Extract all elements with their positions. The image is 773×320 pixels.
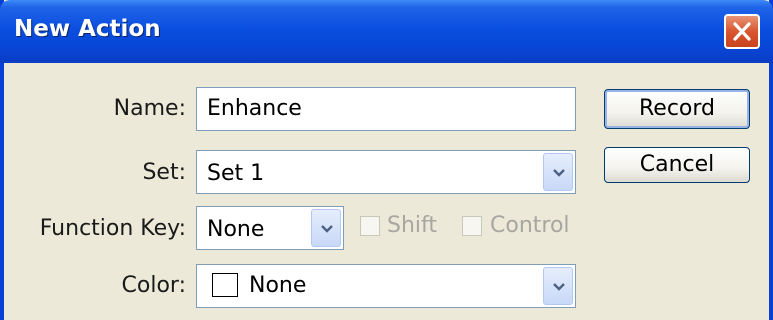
cancel-button-label: Cancel bbox=[639, 152, 715, 177]
function-key-dropdown[interactable]: None bbox=[196, 206, 344, 250]
control-label: Control bbox=[490, 213, 570, 238]
set-dropdown-value: Set 1 bbox=[207, 161, 265, 186]
color-dropdown-value: None bbox=[249, 273, 307, 298]
window-title: New Action bbox=[14, 16, 161, 42]
chevron-down-icon bbox=[321, 225, 333, 233]
function-key-label: Function Key: bbox=[39, 216, 186, 241]
name-input-value: Enhance bbox=[207, 96, 302, 121]
function-key-dropdown-arrow[interactable] bbox=[311, 209, 341, 247]
close-icon bbox=[733, 22, 751, 41]
color-swatch bbox=[212, 273, 238, 297]
color-label: Color: bbox=[121, 273, 186, 298]
color-dropdown[interactable]: None bbox=[196, 264, 576, 308]
chevron-down-icon bbox=[553, 283, 565, 291]
shift-checkbox[interactable] bbox=[360, 216, 380, 236]
record-button[interactable]: Record bbox=[604, 89, 750, 129]
function-key-dropdown-value: None bbox=[207, 217, 265, 242]
record-button-label: Record bbox=[638, 96, 715, 121]
set-dropdown-arrow[interactable] bbox=[543, 153, 573, 191]
set-dropdown[interactable]: Set 1 bbox=[196, 150, 576, 194]
chevron-down-icon bbox=[553, 169, 565, 177]
name-input[interactable]: Enhance bbox=[196, 87, 576, 131]
title-bar[interactable]: New Action bbox=[0, 0, 773, 63]
control-checkbox[interactable] bbox=[462, 216, 482, 236]
new-action-dialog: New Action Name: Enhance Set: Set 1 Func… bbox=[0, 0, 773, 320]
shift-label: Shift bbox=[387, 213, 438, 238]
close-button[interactable] bbox=[724, 14, 760, 49]
name-label: Name: bbox=[113, 96, 186, 121]
cancel-button[interactable]: Cancel bbox=[604, 147, 750, 183]
set-label: Set: bbox=[142, 160, 186, 185]
color-dropdown-arrow[interactable] bbox=[543, 267, 573, 305]
